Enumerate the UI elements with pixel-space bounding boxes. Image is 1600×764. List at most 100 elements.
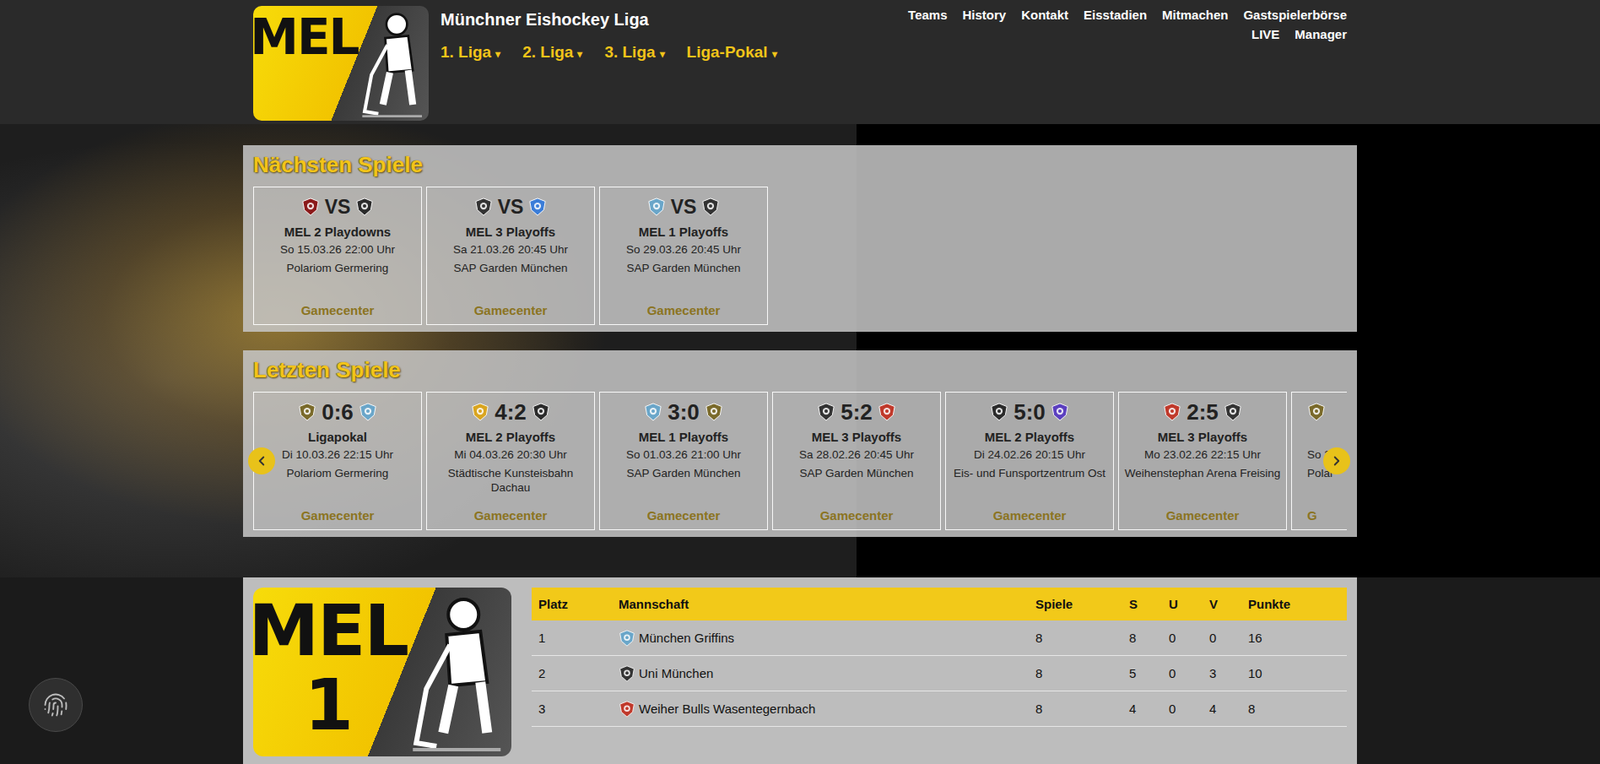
standings-panel: MEL1 PlatzMannschaftSpieleSUVPunkte 1Münch…	[243, 577, 1357, 764]
main-nav: 1. Liga▾ 2. Liga▾ 3. Liga▾ Liga-Pokal▾	[440, 43, 897, 62]
top-link[interactable]: History	[962, 7, 1007, 22]
gamecenter-link[interactable]: Gamecenter	[993, 501, 1067, 523]
game-card[interactable]: 4:2MEL 2 PlayoffsMi 04.03.26 20:30 UhrSt…	[426, 391, 595, 530]
team-logo-icon	[1050, 402, 1070, 422]
team-logo-icon	[358, 402, 378, 422]
league-logo[interactable]: MEL1	[253, 587, 512, 757]
nav-item[interactable]: Liga-Pokal▾	[686, 43, 778, 62]
site-logo[interactable]: MEL	[253, 5, 429, 121]
team-logo-icon	[474, 197, 493, 217]
team-logo-icon	[1162, 402, 1182, 422]
matchup: 3:0	[643, 399, 724, 425]
gamecenter-link[interactable]: Gamecenter	[301, 501, 375, 523]
game-date: Mi 04.03.26 20:30 Uhr	[454, 447, 568, 463]
table-row[interactable]: 3Weiher Bulls Wasentegernbach84048	[531, 691, 1347, 727]
nav-item[interactable]: 1. Liga▾	[440, 43, 501, 62]
table-row[interactable]: 2Uni München850310	[531, 655, 1347, 692]
gamecenter-link[interactable]: Gamecenter	[647, 296, 721, 318]
game-date: So 15.03.26 22:00 Uhr	[280, 242, 395, 258]
team-logo-icon	[647, 197, 666, 217]
panel-title: Nächsten Spiele	[253, 151, 1347, 179]
chevron-right-icon	[1329, 453, 1345, 469]
game-date: Sa 28.02.26 20:45 Uhr	[799, 447, 914, 463]
gamecenter-link[interactable]: G	[1307, 501, 1318, 523]
gamecenter-link[interactable]: Gamecenter	[474, 501, 548, 523]
table-row[interactable]: 1München Griffins880016	[531, 620, 1347, 656]
standings-table: PlatzMannschaftSpieleSUVPunkte 1München G…	[531, 587, 1347, 757]
column-header[interactable]: V	[1209, 596, 1249, 611]
game-league: MEL 1 Playoffs	[638, 429, 729, 444]
matchup: 5:0	[989, 399, 1070, 425]
team-logo-icon	[989, 402, 1009, 422]
top-link[interactable]: Gastspielerbörse	[1243, 7, 1347, 22]
team-logo-icon	[1307, 402, 1326, 422]
game-card[interactable]: VSMEL 2 PlaydownsSo 15.03.26 22:00 UhrPo…	[253, 186, 422, 325]
page: MELMünchner Eishockey Liga1. Liga▾2. Lig…	[0, 0, 1600, 764]
column-header[interactable]: Spiele	[1035, 596, 1130, 611]
player-icon	[355, 5, 429, 121]
last-games-panel: Letzten Spiele0:6LigapokalDi 10.03.26 22…	[243, 350, 1357, 537]
column-header[interactable]: Mannschaft	[618, 596, 1036, 611]
game-card[interactable]: 5:0MEL 2 PlayoffsDi 24.02.26 20:15 UhrEi…	[945, 391, 1114, 530]
team-logo-icon	[618, 664, 636, 682]
game-league: Ligapokal	[308, 429, 368, 444]
matchup: 0:6	[297, 399, 378, 425]
nav-item[interactable]: 3. Liga▾	[604, 43, 665, 62]
game-venue: SAP Garden München	[627, 260, 741, 276]
hero: Nächsten Spiele VS MEL 2 Playdowns So 15.03…	[0, 124, 1600, 578]
games-carousel[interactable]: 0:6LigapokalDi 10.03.26 22:15 UhrPolario…	[253, 391, 1347, 530]
gamecenter-link[interactable]: Gamecenter	[301, 296, 375, 318]
prev-button[interactable]	[248, 447, 276, 475]
privacy-button[interactable]	[28, 677, 83, 732]
team-logo-icon	[1223, 402, 1243, 422]
game-league: MEL 2 Playoffs	[984, 429, 1075, 444]
top-link[interactable]: Kontakt	[1021, 7, 1069, 22]
column-header[interactable]: S	[1129, 596, 1169, 611]
game-venue: Weihenstephan Arena Freising	[1124, 465, 1281, 482]
game-venue: SAP Garden München	[627, 465, 741, 482]
matchup: 5:2	[816, 399, 897, 425]
top-link[interactable]: Teams	[908, 7, 947, 22]
column-header[interactable]: Punkte	[1248, 596, 1341, 611]
top-link[interactable]: LIVE	[1251, 27, 1280, 42]
gamecenter-link[interactable]: Gamecenter	[1166, 501, 1240, 523]
game-card[interactable]: VSMEL 3 PlayoffsSa 21.03.26 20:45 UhrSAP…	[426, 186, 595, 325]
gamecenter-link[interactable]: Gamecenter	[647, 501, 721, 523]
top-link[interactable]: Mitmachen	[1162, 7, 1228, 22]
team-logo-icon	[301, 197, 320, 217]
game-card[interactable]: 2:5MEL 3 PlayoffsMo 23.02.26 22:15 UhrWe…	[1118, 391, 1287, 530]
team-logo-icon	[355, 197, 374, 217]
team-logo-icon	[528, 197, 547, 217]
column-header[interactable]: Platz	[538, 596, 619, 611]
game-card[interactable]: 5:2MEL 3 PlayoffsSa 28.02.26 20:45 UhrSA…	[772, 391, 941, 530]
team-logo-icon	[877, 402, 897, 422]
game-date: So 29.03.26 20:45 Uhr	[626, 242, 741, 258]
game-venue: Polariom Germering	[286, 465, 390, 482]
game-card[interactable]: VS MEL 1 Playoffs So 29.03.26 20:45 Uhr SAP…	[599, 186, 768, 325]
column-header[interactable]: U	[1168, 596, 1210, 611]
matchup: VS	[647, 194, 721, 220]
team-logo-icon	[643, 402, 663, 422]
game-venue: Städtische Kunsteisbahn Dachau	[430, 465, 591, 496]
game-date: Di 24.02.26 20:15 Uhr	[973, 447, 1086, 463]
game-league: MEL 2 Playdowns	[284, 224, 391, 239]
nav-item[interactable]: 2. Liga▾	[522, 43, 583, 62]
team-logo-icon	[297, 402, 317, 422]
game-date: So 01.03.26 21:00 Uhr	[626, 447, 741, 463]
team-logo-icon	[531, 402, 551, 422]
gamecenter-link[interactable]: Gamecenter	[820, 501, 894, 523]
game-league: MEL 1 Playoffs	[638, 224, 729, 239]
gamecenter-link[interactable]: Gamecenter	[474, 296, 548, 318]
next-button[interactable]	[1323, 447, 1351, 475]
chevron-left-icon	[254, 453, 270, 469]
matchup: VS	[474, 194, 548, 220]
panel-title: Letzten Spiele	[253, 356, 1347, 384]
top-link[interactable]: Manager	[1294, 27, 1347, 42]
matchup: 2:5	[1162, 399, 1243, 425]
matchup	[1307, 399, 1326, 425]
team-logo-icon	[816, 402, 836, 422]
game-card[interactable]: 0:6LigapokalDi 10.03.26 22:15 UhrPolario…	[253, 391, 422, 530]
game-venue: SAP Garden München	[454, 260, 568, 276]
top-link[interactable]: Eisstadien	[1083, 7, 1147, 22]
game-card[interactable]: 3:0 MEL 1 Playoffs So 01.03.26 21:00 Uhr SA…	[599, 391, 768, 530]
